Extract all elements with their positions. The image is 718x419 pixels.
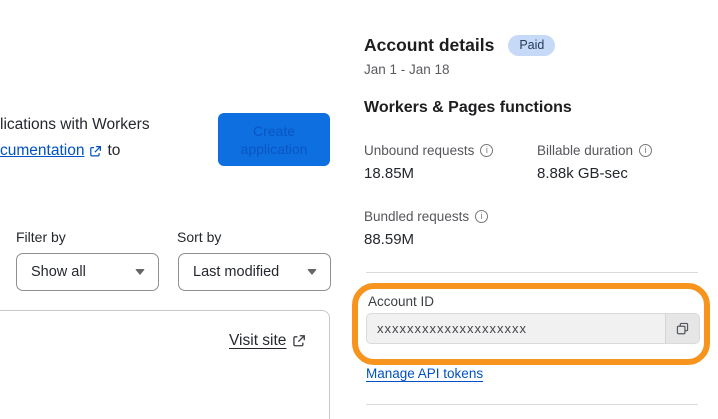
filter-dropdown-value: Show all bbox=[31, 264, 86, 280]
sort-by-label: Sort by bbox=[177, 229, 222, 245]
sort-dropdown[interactable]: Last modified bbox=[178, 253, 331, 291]
visit-site-label: Visit site bbox=[229, 332, 287, 349]
create-application-button[interactable]: Create application bbox=[218, 113, 330, 166]
billable-duration-label: Billable duration i bbox=[537, 143, 653, 158]
divider bbox=[366, 272, 698, 273]
account-details-title: Account details bbox=[364, 35, 495, 55]
workers-pages-functions-heading: Workers & Pages functions bbox=[364, 99, 572, 116]
info-icon[interactable]: i bbox=[475, 210, 489, 223]
chevron-down-icon bbox=[307, 269, 317, 275]
filter-dropdown[interactable]: Show all bbox=[16, 253, 159, 291]
intro-text-line1: lications with Workers bbox=[0, 116, 150, 133]
manage-api-tokens-link[interactable]: Manage API tokens bbox=[366, 366, 483, 381]
account-details-title-row: Account details Paid bbox=[364, 35, 556, 56]
account-id-label: Account ID bbox=[368, 294, 435, 309]
chevron-down-icon bbox=[135, 269, 145, 275]
documentation-link[interactable]: cumentation bbox=[0, 142, 84, 160]
project-card bbox=[0, 310, 330, 419]
copy-account-id-button[interactable] bbox=[665, 314, 699, 343]
paid-plan-badge: Paid bbox=[508, 35, 556, 56]
intro-text-line2: cumentation to bbox=[0, 142, 120, 160]
account-id-input[interactable] bbox=[367, 314, 665, 343]
divider bbox=[366, 404, 698, 405]
account-details-panel: Account details Paid Jan 1 - Jan 18 Work… bbox=[364, 0, 718, 419]
info-icon[interactable]: i bbox=[480, 144, 494, 157]
intro-text-suffix: to bbox=[107, 142, 121, 159]
sort-dropdown-value: Last modified bbox=[193, 264, 280, 280]
bundled-requests-value: 88.59M bbox=[364, 231, 415, 248]
external-link-icon bbox=[89, 145, 102, 158]
info-icon[interactable]: i bbox=[639, 144, 653, 157]
unbound-requests-value: 18.85M bbox=[364, 165, 415, 182]
account-id-field bbox=[366, 313, 700, 344]
visit-site-link[interactable]: Visit site bbox=[229, 332, 306, 350]
external-link-icon bbox=[292, 334, 306, 348]
billable-duration-value: 8.88k GB-sec bbox=[537, 165, 628, 182]
billing-date-range: Jan 1 - Jan 18 bbox=[364, 62, 450, 77]
unbound-requests-label: Unbound requests i bbox=[364, 143, 494, 158]
filter-by-label: Filter by bbox=[16, 229, 66, 245]
copy-icon bbox=[675, 321, 690, 336]
workers-pages-dashboard: lications with Workers cumentation to Cr… bbox=[0, 0, 718, 419]
bundled-requests-label: Bundled requests i bbox=[364, 209, 489, 224]
